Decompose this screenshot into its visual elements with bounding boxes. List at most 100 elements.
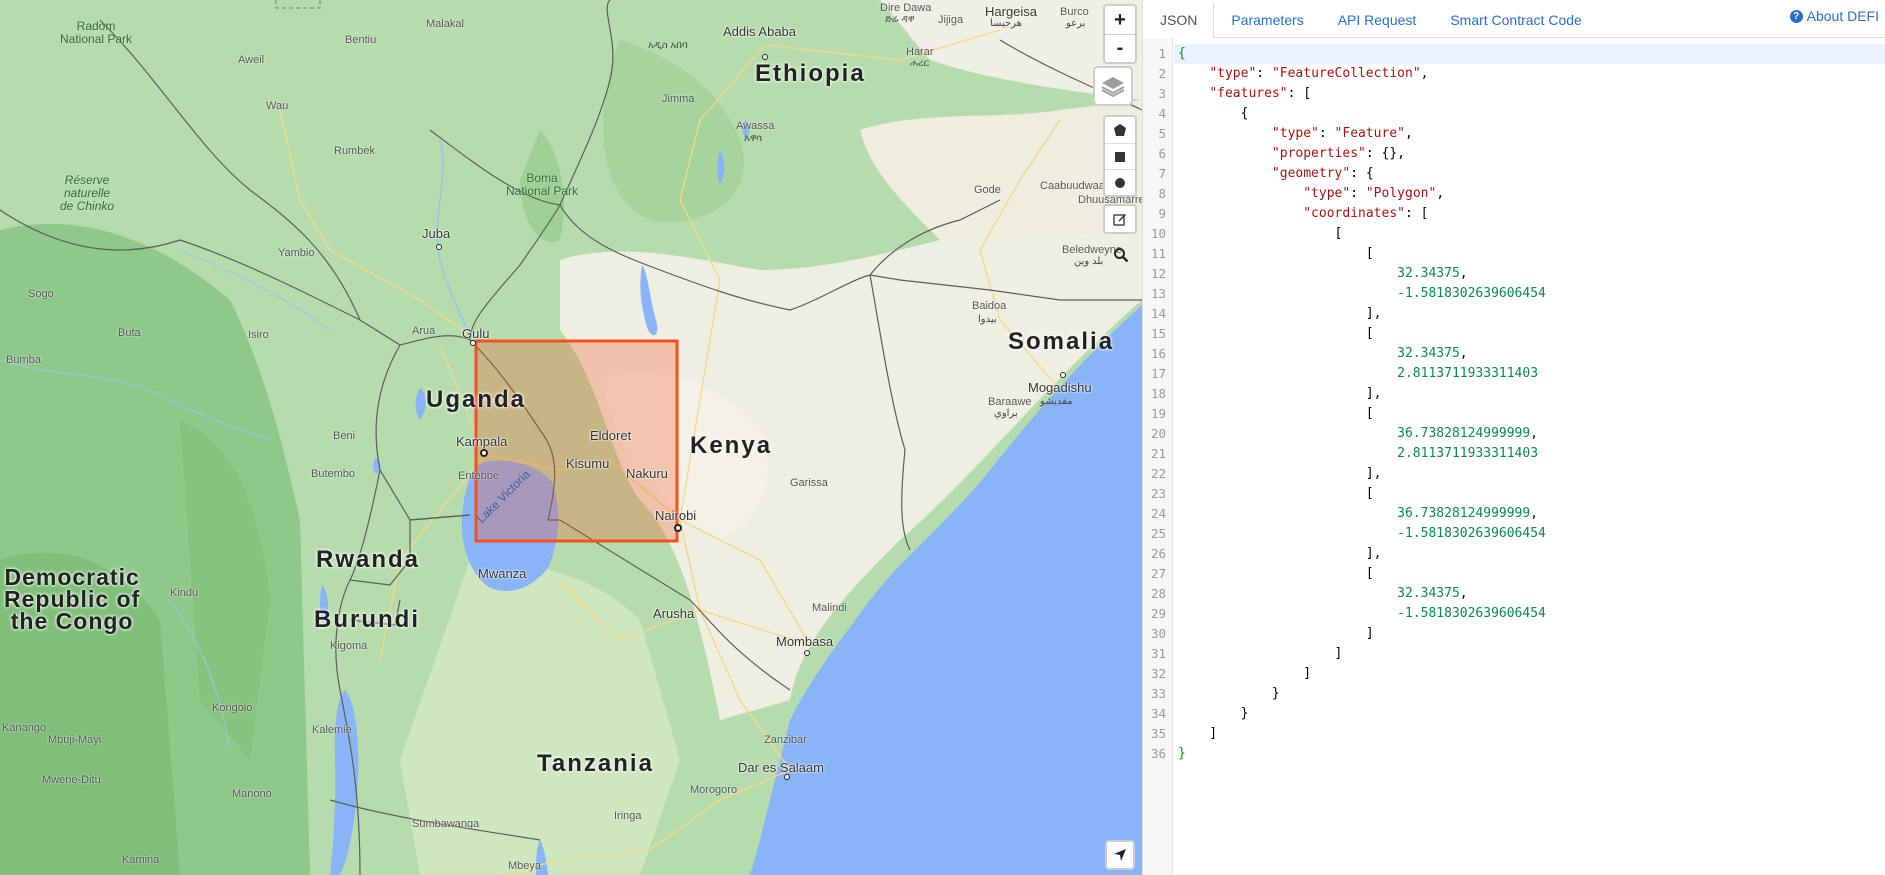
line-number: 21 <box>1150 446 1166 461</box>
tab-parameters[interactable]: Parameters <box>1214 2 1320 38</box>
line-number: 32 <box>1150 666 1166 681</box>
line-number: 11 <box>1150 246 1166 261</box>
output-panel: JSON Parameters API Request Smart Contra… <box>1142 0 1885 875</box>
locate-button[interactable] <box>1105 840 1135 870</box>
tab-json[interactable]: JSON <box>1143 2 1215 38</box>
city-native-addis-ababa: አዲስ አበባ <box>648 40 688 51</box>
country-label-ethiopia: Ethiopia <box>755 60 866 87</box>
line-number: 33 <box>1150 686 1166 701</box>
code-line: { <box>1174 44 1885 64</box>
code-line: ], <box>1178 466 1382 481</box>
park-label-boma: Boma National Park <box>506 171 579 198</box>
code-line: -1.5818302639606454 <box>1397 526 1546 541</box>
line-number: 18 <box>1150 386 1166 401</box>
line-number: 4 <box>1158 106 1166 121</box>
line-number: 26 <box>1150 546 1166 561</box>
code-line: "geometry": { <box>1271 166 1374 181</box>
town-label: Kigoma <box>330 640 368 652</box>
city-native-baidoa: بيدوا <box>978 314 997 325</box>
code-line: ], <box>1178 386 1382 401</box>
town-label: Bentiu <box>345 34 377 46</box>
city-marker <box>470 340 476 346</box>
town-native: بلد وين <box>1074 256 1104 267</box>
town-label: Kongolo <box>212 702 253 714</box>
map-tiles <box>0 0 1142 875</box>
circle-icon <box>1115 177 1125 188</box>
line-number: 27 <box>1150 566 1166 581</box>
tab-api-request[interactable]: API Request <box>1321 2 1434 38</box>
line-number: 30 <box>1150 626 1166 641</box>
line-number: 35 <box>1150 726 1166 741</box>
city-label-eldoret: Eldoret <box>590 428 632 443</box>
code-line: ] <box>1178 666 1312 681</box>
city-label-dar-es-salaam: Dar es Salaam <box>738 760 824 775</box>
town-label: Mbuji-Mayi <box>48 734 102 746</box>
line-number: 9 <box>1158 206 1166 221</box>
code-line: } <box>1178 746 1186 761</box>
town-label: Arua <box>412 325 436 337</box>
city-label-hargeisa: Hargeisa <box>985 4 1038 19</box>
city-marker <box>480 449 488 457</box>
edit-layers-button[interactable] <box>1105 206 1135 232</box>
code-line: -1.5818302639606454 <box>1397 286 1546 301</box>
zoom-out-button[interactable]: - <box>1105 34 1135 62</box>
code-line: } <box>1178 706 1249 721</box>
city-marker <box>762 54 768 60</box>
code-line: "features": [ <box>1209 86 1312 101</box>
city-marker <box>1060 372 1066 378</box>
park-label-radom: Radom National Park <box>60 19 133 46</box>
line-number: 1 <box>1158 46 1166 61</box>
question-icon: ? <box>1789 9 1803 23</box>
town-native: برعو <box>1066 18 1086 29</box>
town-native: ሐረር <box>910 58 930 69</box>
code-line: ], <box>1178 306 1382 321</box>
map-view[interactable]: Ethiopia Uganda Kenya Somalia Rwanda Bur… <box>0 0 1142 875</box>
zoom-in-button[interactable]: + <box>1105 6 1135 34</box>
town-label: Awassa <box>736 120 775 132</box>
city-marker <box>674 524 682 532</box>
tab-smart-contract-code[interactable]: Smart Contract Code <box>1433 2 1599 38</box>
line-number-gutter: 1 2 3 4 5 6 7 8 9 10 11 12 13 14 15 16 17 18 19 20 21 22 23 24 2… <box>1143 38 1173 875</box>
city-label-dire-dawa: Dire Dawa <box>880 2 932 14</box>
json-editor[interactable]: 1 2 3 4 5 6 7 8 9 10 11 12 13 14 15 16 17 18 19 20 21 22 23 24 2… <box>1143 38 1885 875</box>
draw-polygon-button[interactable] <box>1105 117 1135 143</box>
town-label: Garissa <box>790 477 828 489</box>
town-label: Rumbek <box>334 145 375 157</box>
draw-rectangle-button[interactable] <box>1105 143 1135 169</box>
line-number: 5 <box>1158 126 1166 141</box>
code-line: [ <box>1178 406 1374 421</box>
city-label-gulu: Gulu <box>462 326 490 341</box>
country-label-kenya: Kenya <box>690 432 773 459</box>
city-label-mwanza: Mwanza <box>478 566 527 581</box>
city-native-mogadishu: مقديشو <box>1040 396 1073 407</box>
town-label: Jijiga <box>938 14 964 26</box>
city-marker <box>784 774 790 780</box>
tab-bar: JSON Parameters API Request Smart Contra… <box>1143 0 1885 38</box>
city-label-nakuru: Nakuru <box>626 466 668 481</box>
line-number: 24 <box>1150 506 1166 521</box>
code-line: 36.73828124999999, <box>1397 506 1539 521</box>
about-link[interactable]: ? About DEFI <box>1789 8 1879 24</box>
code-line: "type": "Polygon", <box>1303 186 1445 201</box>
town-label: Wau <box>266 100 289 112</box>
line-number: 29 <box>1150 606 1166 621</box>
code-line: ] <box>1178 626 1374 641</box>
rectangle-icon <box>1115 151 1125 162</box>
draw-circle-button[interactable] <box>1105 169 1135 195</box>
json-code[interactable]: { "type": "FeatureCollection", "features… <box>1174 44 1885 764</box>
line-number: 22 <box>1150 466 1166 481</box>
code-line: 36.73828124999999, <box>1397 426 1539 441</box>
city-native-dire-dawa: ድሬ ዳዋ <box>885 14 915 25</box>
line-number: 23 <box>1150 486 1166 501</box>
edit-icon <box>1113 214 1126 226</box>
line-number: 7 <box>1158 166 1166 181</box>
line-number: 6 <box>1158 146 1166 161</box>
line-number: 17 <box>1150 366 1166 381</box>
town-label: Malakal <box>426 18 464 30</box>
search-button[interactable] <box>1110 244 1132 266</box>
line-number: 20 <box>1150 426 1166 441</box>
country-label-rwanda: Rwanda <box>316 546 421 573</box>
layers-button[interactable] <box>1093 66 1133 106</box>
town-native: براوي <box>994 408 1018 419</box>
code-line: [ <box>1178 326 1374 341</box>
